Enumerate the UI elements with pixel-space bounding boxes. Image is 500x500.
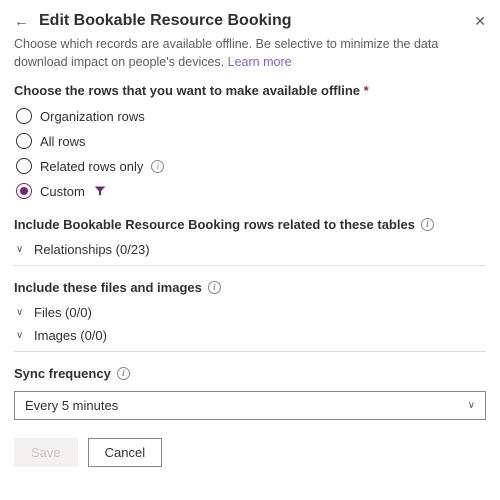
save-button: Save (14, 438, 78, 467)
radio-icon (16, 133, 32, 149)
radio-related-rows-only[interactable]: Related rows only i (16, 158, 486, 174)
files-images-heading: Include these files and images i (14, 280, 486, 295)
images-expander[interactable]: ∨ Images (0/0) (14, 328, 486, 343)
required-indicator: * (364, 83, 369, 98)
radio-custom[interactable]: Custom (16, 183, 486, 199)
chevron-down-icon: ∨ (16, 244, 28, 255)
related-tables-heading: Include Bookable Resource Booking rows r… (14, 217, 486, 232)
radio-label: Related rows only (40, 159, 143, 174)
radio-label: Organization rows (40, 109, 145, 124)
back-arrow-icon[interactable]: ← (14, 14, 29, 29)
images-label: Images (0/0) (34, 328, 107, 343)
dialog-buttons: Save Cancel (14, 438, 486, 467)
radio-label: Custom (40, 184, 85, 199)
filter-icon[interactable] (93, 184, 107, 198)
relationships-label: Relationships (0/23) (34, 242, 150, 257)
sync-frequency-label-text: Sync frequency (14, 366, 111, 381)
radio-icon (16, 183, 32, 199)
files-label: Files (0/0) (34, 305, 92, 320)
info-icon[interactable]: i (208, 281, 221, 294)
relationships-expander[interactable]: ∨ Relationships (0/23) (14, 242, 486, 257)
dialog-description: Choose which records are available offli… (14, 36, 486, 71)
learn-more-link[interactable]: Learn more (228, 55, 292, 69)
chevron-down-icon: ∨ (16, 307, 28, 318)
related-tables-heading-text: Include Bookable Resource Booking rows r… (14, 217, 415, 232)
info-icon[interactable]: i (117, 367, 130, 380)
info-icon[interactable]: i (421, 218, 434, 231)
rows-section-label-text: Choose the rows that you want to make av… (14, 83, 360, 98)
radio-all-rows[interactable]: All rows (16, 133, 486, 149)
cancel-button[interactable]: Cancel (88, 438, 162, 467)
sync-frequency-value: Every 5 minutes (25, 398, 118, 413)
chevron-down-icon: ∨ (468, 400, 475, 411)
radio-icon (16, 108, 32, 124)
info-icon[interactable]: i (151, 160, 164, 173)
description-text: Choose which records are available offli… (14, 37, 438, 69)
radio-icon (16, 158, 32, 174)
sync-frequency-label: Sync frequency i (14, 366, 486, 381)
separator (14, 351, 486, 352)
separator (14, 265, 486, 266)
dialog-header: ← Edit Bookable Resource Booking ✕ (14, 12, 486, 30)
dialog-title: Edit Bookable Resource Booking (39, 12, 464, 30)
rows-section-label: Choose the rows that you want to make av… (14, 83, 486, 98)
rows-radio-group: Organization rows All rows Related rows … (14, 108, 486, 199)
close-icon[interactable]: ✕ (474, 13, 486, 30)
sync-frequency-select[interactable]: Every 5 minutes ∨ (14, 391, 486, 420)
radio-organization-rows[interactable]: Organization rows (16, 108, 486, 124)
chevron-down-icon: ∨ (16, 330, 28, 341)
files-images-heading-text: Include these files and images (14, 280, 202, 295)
files-expander[interactable]: ∨ Files (0/0) (14, 305, 486, 320)
radio-label: All rows (40, 134, 86, 149)
